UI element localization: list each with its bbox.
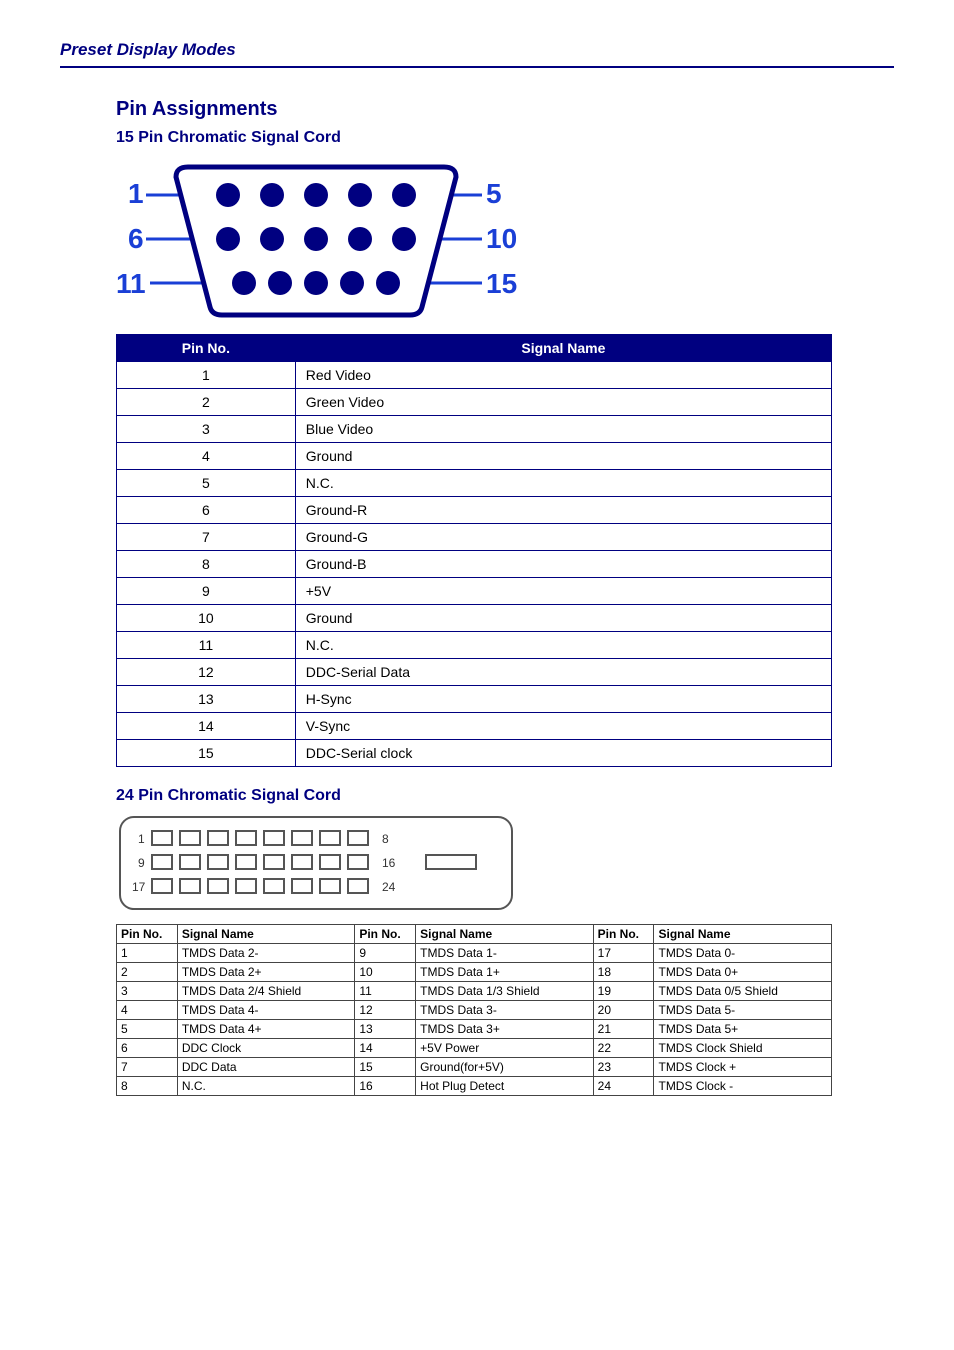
vga-header-signal: Signal Name xyxy=(295,335,831,362)
vga-subtitle: 15 Pin Chromatic Signal Cord xyxy=(116,129,832,147)
table-row: 7Ground-G xyxy=(117,524,832,551)
table-row: 14V-Sync xyxy=(117,713,832,740)
dvi-pin-table: Pin No. Signal Name Pin No. Signal Name … xyxy=(116,924,832,1096)
table-row: 4Ground xyxy=(117,443,832,470)
dvi-label-17: 17 xyxy=(132,880,146,894)
vga-connector-diagram: 1 6 11 5 10 15 xyxy=(116,153,832,328)
vga-label-1: 1 xyxy=(128,178,144,209)
table-row: 1TMDS Data 2-9TMDS Data 1-17TMDS Data 0- xyxy=(117,944,832,963)
table-row: 6DDC Clock14+5V Power22TMDS Clock Shield xyxy=(117,1039,832,1058)
dvi-label-9: 9 xyxy=(138,856,145,870)
dvi-header-sig3: Signal Name xyxy=(654,925,832,944)
table-row: 8N.C.16Hot Plug Detect24TMDS Clock - xyxy=(117,1077,832,1096)
table-row: 10Ground xyxy=(117,605,832,632)
vga-label-6: 6 xyxy=(128,223,144,254)
dvi-header-pin2: Pin No. xyxy=(355,925,416,944)
table-row: 13H-Sync xyxy=(117,686,832,713)
table-row: 8Ground-B xyxy=(117,551,832,578)
dvi-connector-diagram: 1 9 17 8 16 24 xyxy=(116,813,832,918)
table-row: 12DDC-Serial Data xyxy=(117,659,832,686)
dvi-header-pin3: Pin No. xyxy=(593,925,654,944)
vga-header-pin: Pin No. xyxy=(117,335,296,362)
table-row: 5TMDS Data 4+13TMDS Data 3+21TMDS Data 5… xyxy=(117,1020,832,1039)
vga-label-11: 11 xyxy=(116,268,146,299)
dvi-header-sig2: Signal Name xyxy=(416,925,594,944)
table-row: 2Green Video xyxy=(117,389,832,416)
vga-pin-table: Pin No. Signal Name 1Red Video 2Green Vi… xyxy=(116,334,832,767)
dvi-subtitle: 24 Pin Chromatic Signal Cord xyxy=(116,787,832,805)
table-row: 4TMDS Data 4-12TMDS Data 3-20TMDS Data 5… xyxy=(117,1001,832,1020)
table-row: 3Blue Video xyxy=(117,416,832,443)
table-row: 7DDC Data15Ground(for+5V)23TMDS Clock + xyxy=(117,1058,832,1077)
pin-assignments-heading: Pin Assignments xyxy=(116,98,832,121)
dvi-label-1: 1 xyxy=(138,832,145,846)
vga-label-5: 5 xyxy=(486,178,502,209)
dvi-label-24: 24 xyxy=(382,880,396,894)
page-header: Preset Display Modes xyxy=(60,40,894,68)
table-row: 9+5V xyxy=(117,578,832,605)
table-row: 1Red Video xyxy=(117,362,832,389)
dvi-header-sig1: Signal Name xyxy=(177,925,355,944)
table-row: 11N.C. xyxy=(117,632,832,659)
table-row: 3TMDS Data 2/4 Shield11TMDS Data 1/3 Shi… xyxy=(117,982,832,1001)
table-row: 2TMDS Data 2+10TMDS Data 1+18TMDS Data 0… xyxy=(117,963,832,982)
vga-label-10: 10 xyxy=(486,223,517,254)
table-row: 6Ground-R xyxy=(117,497,832,524)
table-row: 15DDC-Serial clock xyxy=(117,740,832,767)
vga-label-15: 15 xyxy=(486,268,517,299)
dvi-header-pin1: Pin No. xyxy=(117,925,178,944)
dvi-label-8: 8 xyxy=(382,832,389,846)
dvi-label-16: 16 xyxy=(382,856,396,870)
table-row: 5N.C. xyxy=(117,470,832,497)
